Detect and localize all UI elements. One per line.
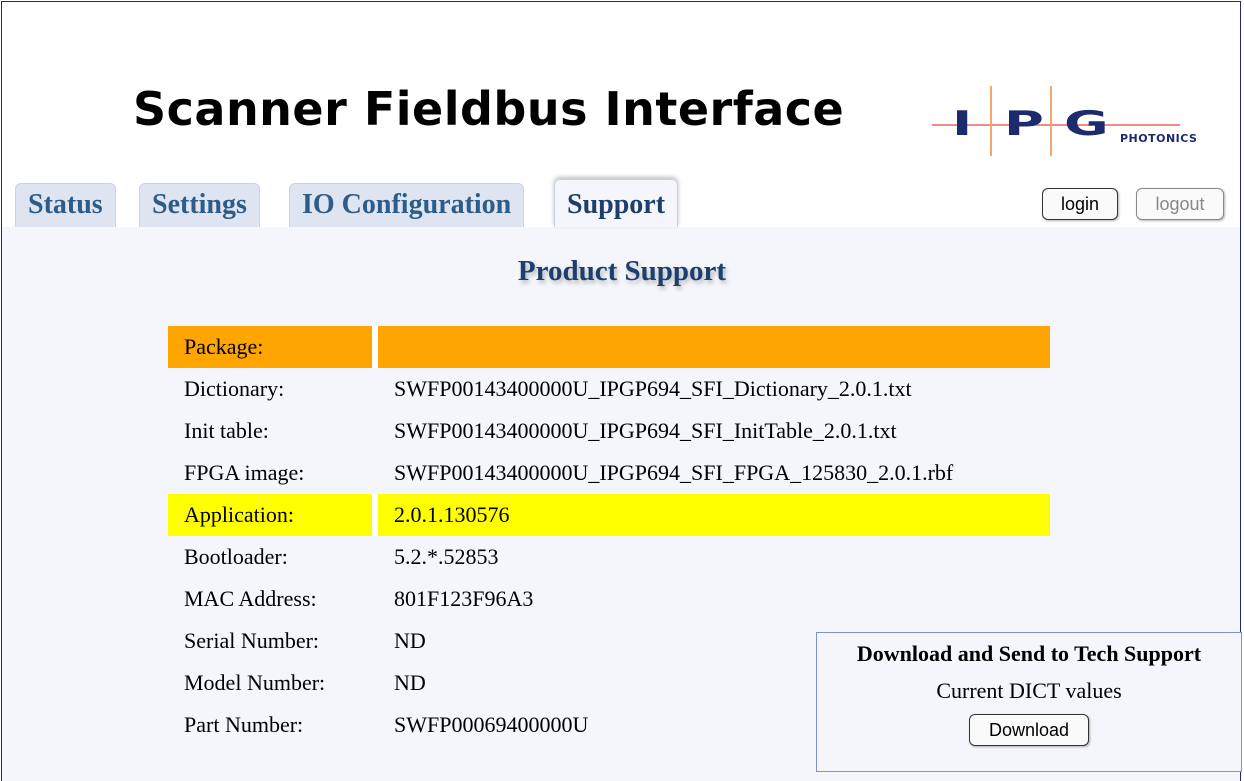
row-label: Dictionary: [184, 376, 285, 401]
tab-settings[interactable]: Settings [139, 183, 260, 227]
login-button[interactable]: login [1042, 188, 1118, 220]
row-label: Init table: [184, 418, 269, 443]
row-value: 801F123F96A3 [394, 586, 534, 611]
row-label: FPGA image: [184, 460, 305, 485]
row-value: 5.2.*.52853 [394, 544, 499, 569]
download-panel-title: Download and Send to Tech Support [856, 641, 1202, 666]
table-row: Dictionary: SWFP00143400000U_IPGP694_SFI… [168, 368, 1050, 410]
row-label: Package: [168, 326, 378, 368]
logo-vertical-line [1050, 86, 1052, 156]
table-row: Application: 2.0.1.130576 [168, 494, 1050, 536]
table-row: Init table: SWFP00143400000U_IPGP694_SFI… [168, 410, 1050, 452]
download-button[interactable]: Download [969, 714, 1089, 746]
download-panel-subtitle: Current DICT values [936, 678, 1122, 703]
row-value [378, 326, 1050, 368]
app-title: Scanner Fieldbus Interface [133, 82, 845, 136]
row-value: SWFP00143400000U_IPGP694_SFI_Dictionary_… [394, 376, 912, 401]
download-panel: Download and Send to Tech Support Curren… [816, 632, 1242, 772]
tab-status[interactable]: Status [15, 183, 116, 227]
row-value: SWFP00143400000U_IPGP694_SFI_FPGA_125830… [394, 460, 954, 485]
table-row: Bootloader: 5.2.*.52853 [168, 536, 1050, 578]
page-title: Product Support [517, 255, 727, 287]
row-label: Part Number: [184, 712, 304, 737]
logout-button[interactable]: logout [1136, 188, 1224, 220]
row-value: SWFP00143400000U_IPGP694_SFI_InitTable_2… [394, 418, 897, 443]
table-row: FPGA image: SWFP00143400000U_IPGP694_SFI… [168, 452, 1050, 494]
logo-vertical-line [990, 86, 992, 156]
row-label: Model Number: [184, 670, 326, 695]
row-label: Serial Number: [184, 628, 320, 653]
app-frame: Scanner Fieldbus Interface I P G PHOTONI… [1, 1, 1242, 781]
tab-support[interactable]: Support [554, 179, 679, 227]
tab-io-configuration[interactable]: IO Configuration [289, 183, 525, 227]
logo-subtext: PHOTONICS [1120, 132, 1198, 145]
table-row: MAC Address: 801F123F96A3 [168, 578, 1050, 620]
row-value: 2.0.1.130576 [378, 494, 1050, 536]
logo-letter: P [1004, 104, 1044, 144]
logo-letter: I [952, 104, 973, 144]
table-row: Package: [168, 326, 1050, 368]
logo-letter: G [1064, 104, 1109, 144]
row-label: Application: [168, 494, 378, 536]
row-label: Bootloader: [184, 544, 288, 569]
row-label: MAC Address: [184, 586, 317, 611]
ipg-photonics-logo: I P G PHOTONICS [932, 86, 1197, 158]
